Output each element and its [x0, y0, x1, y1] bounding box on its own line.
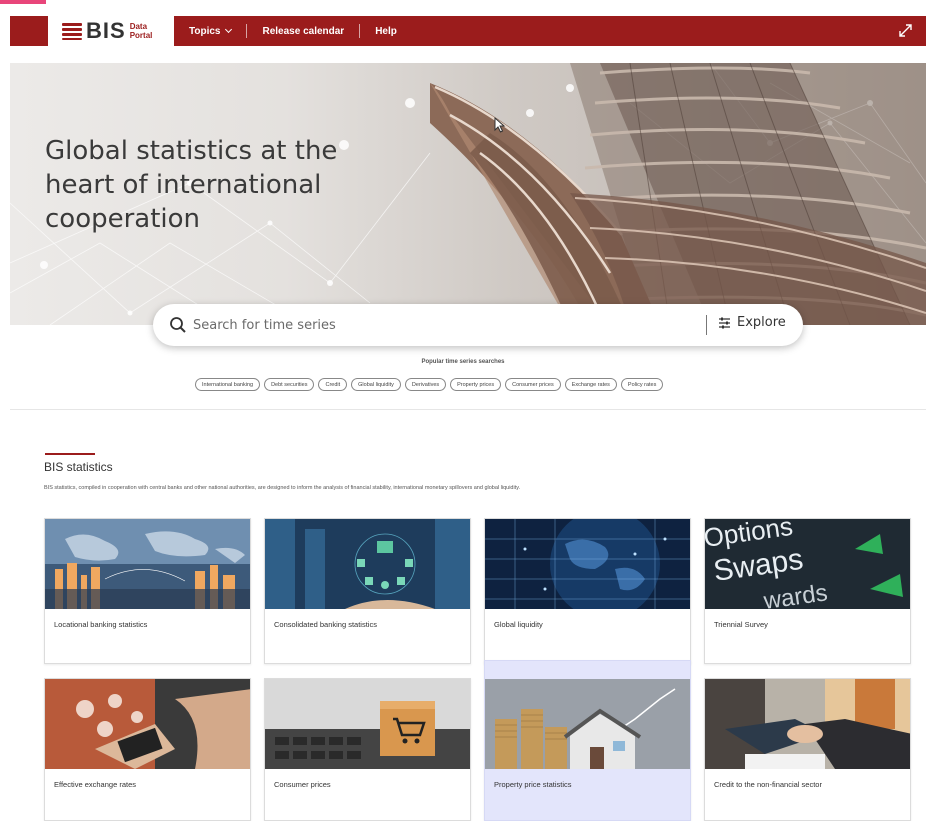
chip-consumer-prices[interactable]: Consumer prices — [505, 378, 561, 391]
card-global-liquidity[interactable]: Global liquidity — [484, 518, 691, 664]
card-hover-top — [485, 661, 690, 679]
chip-derivatives[interactable]: Derivatives — [404, 378, 447, 391]
section-description: BIS statistics, compiled in cooperation … — [44, 485, 521, 491]
hero-banner: Global statistics at the heart of intern… — [10, 63, 926, 325]
card-image-digital-bank — [265, 519, 470, 609]
mouse-cursor-icon — [494, 117, 506, 133]
nav-topics-label: Topics — [189, 25, 221, 37]
card-image-phone-currency — [45, 679, 250, 769]
chip-exchange-rates[interactable]: Exchange rates — [564, 378, 617, 391]
section-accent-line — [45, 453, 95, 455]
search-bar: Explore — [153, 304, 803, 346]
nav-divider — [246, 24, 248, 38]
card-image-handshake — [705, 679, 910, 769]
search-divider — [706, 315, 707, 335]
card-consumer-prices[interactable]: Consumer prices — [264, 678, 471, 821]
card-label: Locational banking statistics — [54, 620, 148, 629]
card-image-globe-network — [485, 519, 690, 609]
nav-help-label: Help — [375, 25, 397, 37]
search-icon[interactable] — [169, 316, 187, 334]
card-consolidated-banking[interactable]: Consolidated banking statistics — [264, 518, 471, 664]
section-divider — [10, 409, 926, 410]
nav-topics[interactable]: Topics — [180, 26, 240, 37]
card-label: Global liquidity — [494, 620, 543, 629]
logo-subtitle: Data Portal — [130, 22, 153, 40]
card-label: Consumer prices — [274, 780, 331, 789]
card-label: Credit to the non-financial sector — [714, 780, 822, 789]
expand-icon[interactable] — [899, 24, 912, 37]
explore-button[interactable]: Explore — [718, 315, 786, 330]
logo-sub-1: Data — [129, 22, 148, 31]
card-locational-banking[interactable]: Locational banking statistics — [44, 518, 251, 664]
nav-release-calendar-label: Release calendar — [262, 25, 345, 37]
card-image-house-coins — [485, 679, 690, 769]
bis-logo[interactable]: BIS Data Portal — [48, 16, 174, 46]
hero-title: Global statistics at the heart of intern… — [45, 136, 338, 234]
chip-international-banking[interactable]: International banking — [195, 378, 261, 391]
card-label: Consolidated banking statistics — [274, 620, 377, 629]
chevron-down-icon — [225, 25, 233, 34]
card-image-derivatives-board: Options Swaps wards — [705, 519, 910, 609]
popular-search-chips: International banking Debt securities Cr… — [195, 378, 664, 391]
chip-global-liquidity[interactable]: Global liquidity — [351, 378, 401, 391]
logo-text: BIS — [86, 18, 126, 43]
explore-label: Explore — [737, 315, 786, 330]
chip-policy-rates[interactable]: Policy rates — [620, 378, 664, 391]
card-label: Triennial Survey — [714, 620, 768, 629]
logo-sub-2: Portal — [129, 31, 153, 40]
card-label: Effective exchange rates — [54, 780, 136, 789]
chip-property-prices[interactable]: Property prices — [450, 378, 502, 391]
card-credit-non-financial[interactable]: Credit to the non-financial sector — [704, 678, 911, 821]
card-effective-exchange-rates[interactable]: Effective exchange rates — [44, 678, 251, 821]
top-navigation-bar: BIS Data Portal Topics Release calendar … — [10, 16, 926, 46]
chip-debt-securities[interactable]: Debt securities — [264, 378, 315, 391]
card-label: Property price statistics — [494, 780, 572, 789]
bis-logo-icon — [62, 22, 82, 40]
popular-searches-label: Popular time series searches — [421, 359, 505, 365]
nav-help[interactable]: Help — [366, 26, 406, 37]
card-triennial-survey[interactable]: Options Swaps wards Triennial Survey — [704, 518, 911, 664]
card-image-world-city — [45, 519, 250, 609]
card-image-shopping-cart-block — [265, 679, 470, 769]
search-input[interactable] — [193, 314, 693, 336]
nav-release-calendar[interactable]: Release calendar — [253, 26, 353, 37]
chip-credit[interactable]: Credit — [318, 378, 348, 391]
section-title: BIS statistics — [44, 460, 113, 474]
main-nav: Topics Release calendar Help — [180, 16, 406, 46]
card-property-price-statistics[interactable]: Property price statistics — [484, 660, 691, 821]
nav-divider — [359, 24, 361, 38]
filter-sliders-icon — [719, 317, 730, 328]
top-accent-strip — [0, 0, 46, 4]
